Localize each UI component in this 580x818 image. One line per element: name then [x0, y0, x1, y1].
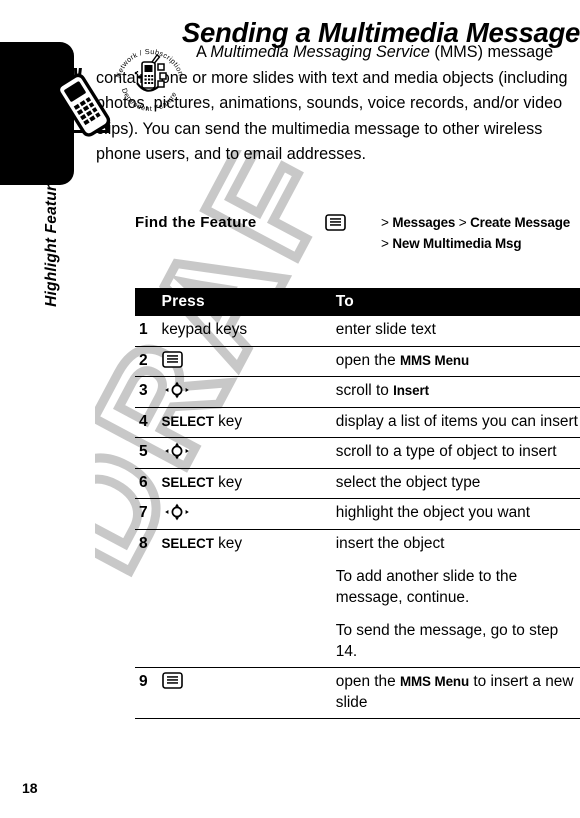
step-number: 7 — [135, 498, 162, 530]
header-num — [135, 288, 162, 316]
step-press-cell — [161, 667, 336, 719]
path-item-new-multimedia-msg: New Multimedia Msg — [392, 236, 522, 251]
step-press-cell — [161, 498, 336, 530]
menu-name: MMS Menu — [399, 674, 470, 689]
step-number: 4 — [135, 407, 162, 438]
step-to-pre: scroll to a type of object to insert — [335, 443, 557, 460]
steps-table-head: Press To — [135, 288, 580, 316]
step-to-cell: open the MMS Menu to insert a new slide — [335, 667, 580, 719]
path-item-messages: Messages — [392, 215, 456, 230]
step-number: 6 — [135, 468, 162, 499]
table-row: 1 keypad keys enter slide text — [135, 316, 580, 347]
step-press-text: key — [218, 534, 243, 552]
key-name: SELECT — [161, 535, 214, 551]
nav-key-icon[interactable] — [162, 442, 192, 460]
step-to-cell: scroll to a type of object to insert — [335, 437, 580, 469]
section-label: Highlight Features — [43, 167, 60, 307]
step-to-pre: insert the object — [335, 534, 445, 552]
table-row: 6 SELECT key select the object type — [135, 468, 580, 499]
intro-lead: A — [196, 43, 211, 61]
step-to-pre: display a list of items you can insert — [335, 412, 578, 430]
step-to-pre: open the — [335, 673, 400, 690]
steps-table-body: 1 keypad keys enter slide text 2 open the MM… — [135, 316, 580, 719]
step-to-cell: enter slide text — [335, 316, 580, 347]
page-number: 18 — [22, 780, 38, 796]
step-press-text: keypad keys — [161, 321, 248, 338]
step-press-cell: keypad keys — [161, 316, 336, 347]
step-press-cell: SELECT key — [161, 407, 336, 438]
step-to-cell: highlight the object you want — [335, 498, 580, 530]
table-row: 4 SELECT key display a list of items you c… — [135, 407, 580, 438]
path-sep-1: > — [381, 215, 389, 230]
step-to-pre: open the — [335, 351, 400, 369]
find-the-feature: Find the Feature > Messages > Create Mes… — [135, 212, 580, 254]
path-item-create-message: Create Message — [470, 215, 571, 230]
network-dependent-feature-badge: Network / Subscription Dependent Feature — [114, 47, 186, 113]
table-row: 9 open the MMS Menu to insert a new slide — [135, 667, 580, 719]
find-the-feature-label: Find the Feature — [135, 214, 257, 231]
find-the-feature-path-line-1: > Messages > Create Message — [381, 212, 580, 233]
step-to-main: open the MMS Menu to insert a new slide — [336, 672, 580, 713]
step-to-cell: scroll to Insert — [335, 376, 580, 408]
intro-emphasis: Multimedia Messaging Service — [210, 43, 430, 61]
menu-name: Insert — [393, 383, 429, 398]
step-number: 8 — [135, 529, 162, 668]
menu-key-icon[interactable] — [325, 214, 346, 231]
step-to-main: highlight the object you want — [336, 503, 580, 524]
step-number: 1 — [135, 316, 162, 347]
step-press-cell — [161, 376, 336, 408]
steps-table-header-row: Press To — [135, 288, 580, 316]
step-press-cell — [161, 346, 336, 377]
table-row: 7 highlight the object you want — [135, 498, 580, 530]
step-number: 9 — [135, 667, 162, 719]
step-to-pre: enter slide text — [335, 321, 436, 338]
step-to-cell: insert the object To add another slide to… — [335, 529, 580, 668]
path-sep-2: > — [458, 215, 467, 230]
step-to-cell: open the MMS Menu — [335, 346, 580, 377]
step-to-note-1: To add another slide to the message, con… — [335, 568, 518, 606]
step-to-cell: display a list of items you can insert — [335, 407, 580, 438]
menu-key-icon[interactable] — [161, 350, 183, 368]
steps-table: Press To 1 keypad keys enter slide text 2 op… — [135, 288, 580, 719]
step-to-main: display a list of items you can insert — [336, 412, 580, 433]
step-to-main: scroll to a type of object to insert — [336, 442, 580, 463]
step-to-pre: scroll to — [335, 382, 394, 399]
step-to-main: insert the object — [336, 534, 580, 555]
find-the-feature-path: > Messages > Create Message > New Multim… — [381, 212, 580, 254]
header-to: To — [335, 288, 580, 316]
step-to-cell: select the object type — [335, 468, 580, 499]
step-press-text: key — [218, 473, 243, 491]
step-to-main: scroll to Insert — [336, 381, 580, 402]
step-number: 5 — [135, 437, 162, 469]
step-to-pre: highlight the object you want — [335, 504, 530, 521]
key-name: SELECT — [161, 413, 214, 429]
menu-key-icon[interactable] — [161, 672, 183, 689]
step-to-main: enter slide text — [336, 320, 580, 341]
header-press: Press — [161, 288, 336, 316]
table-row: 3 scroll to Insert — [135, 376, 580, 408]
find-the-feature-icon-cell — [325, 212, 381, 233]
step-to-main: open the MMS Menu — [336, 351, 580, 372]
key-name: SELECT — [161, 474, 214, 490]
step-press-cell: SELECT key — [161, 529, 336, 668]
find-the-feature-path-line-2: > New Multimedia Msg — [381, 233, 580, 254]
table-row: 5 scroll to a type of object to insert — [135, 437, 580, 469]
table-row: 8 SELECT key insert the object To add anoth… — [135, 529, 580, 668]
step-number: 3 — [135, 376, 162, 408]
nav-key-icon[interactable] — [162, 381, 192, 399]
table-row: 2 open the MMS Menu — [135, 346, 580, 377]
step-press-cell — [161, 437, 336, 469]
step-to-note-2: To send the message, go to step 14. — [335, 622, 559, 660]
step-number: 2 — [135, 346, 162, 377]
nav-key-icon[interactable] — [162, 503, 192, 521]
step-to-pre: select the object type — [335, 473, 481, 491]
step-press-text: key — [218, 412, 243, 430]
menu-name: MMS Menu — [399, 352, 470, 368]
path-sep-3: > — [381, 236, 389, 251]
step-press-cell: SELECT key — [161, 468, 336, 499]
step-to-main: select the object type — [336, 473, 580, 494]
running-phone-icon — [44, 68, 111, 137]
